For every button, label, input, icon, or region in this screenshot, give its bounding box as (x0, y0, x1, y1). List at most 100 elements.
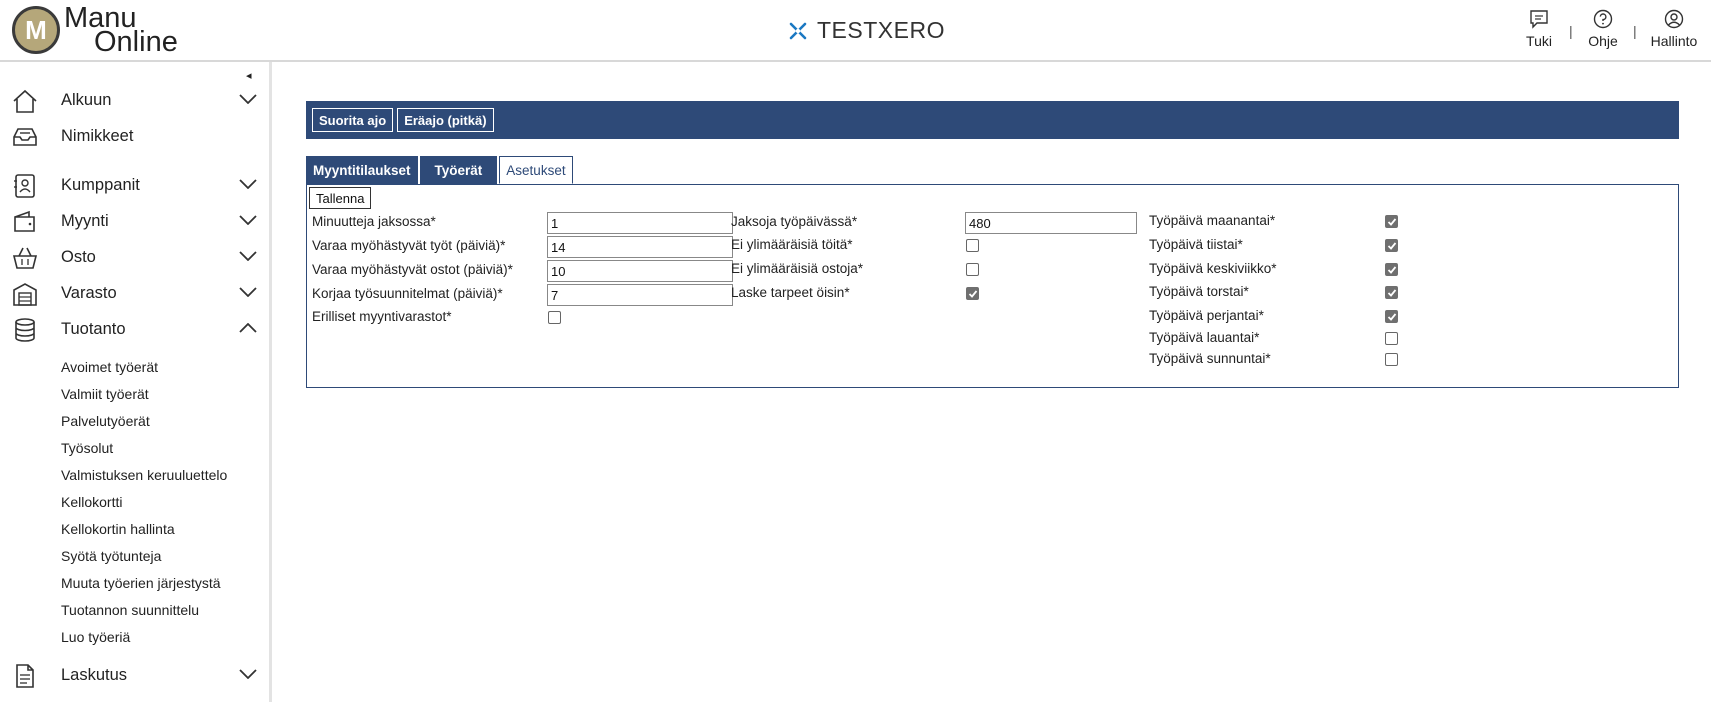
sidebar: ◂ Alkuun Nimikkeet Kumppanit Myynti Osto… (0, 62, 272, 702)
chevron-down-icon (239, 94, 257, 104)
app-header: M Manu Online TESTXERO Tuki | Ohje | Hal… (0, 0, 1711, 62)
sidebar-item-alkuun[interactable]: Alkuun (0, 84, 268, 116)
batch-run-button[interactable]: Eräajo (pitkä) (397, 108, 494, 132)
help-label: Ohje (1588, 33, 1618, 49)
tab-tyoerat[interactable]: Työerät (419, 156, 498, 184)
save-button[interactable]: Tallenna (309, 187, 372, 209)
check-icon (1387, 288, 1396, 297)
late-purchases-days-input[interactable] (547, 260, 733, 282)
manu-online-logo[interactable]: M Manu Online (12, 4, 178, 57)
check-icon (1387, 312, 1396, 321)
workday-friday-checkbox[interactable] (1385, 310, 1398, 323)
database-icon (15, 318, 35, 342)
user-icon (1664, 9, 1684, 29)
fix-work-plans-days-input[interactable] (547, 284, 733, 306)
submenu-tyosolut[interactable]: Työsolut (61, 440, 113, 456)
field-label: Työpäivä maanantai* (1149, 213, 1276, 228)
workday-thursday-checkbox[interactable] (1385, 286, 1398, 299)
sidebar-item-label: Myynti (61, 211, 109, 230)
separate-sales-stocks-checkbox[interactable] (548, 311, 561, 324)
submenu-keruuluettelo[interactable]: Valmistuksen keruuluettelo (61, 467, 227, 483)
sidebar-item-nimikkeet[interactable]: Nimikkeet (0, 120, 268, 152)
sidebar-item-label: Osto (61, 247, 96, 266)
sidebar-item-label: Kumppanit (61, 175, 140, 194)
submenu-palvelutyoerat[interactable]: Palvelutyöerät (61, 413, 150, 429)
sidebar-item-label: Alkuun (61, 90, 112, 109)
field-label: Varaa myöhästyvät ostot (päiviä)* (312, 262, 513, 277)
submenu-luo-tyoeria[interactable]: Luo työeriä (61, 629, 130, 645)
admin-label: Hallinto (1650, 33, 1698, 49)
field-label: Työpäivä lauantai* (1149, 330, 1260, 345)
chevron-down-icon (239, 179, 257, 189)
submenu-kellokortti[interactable]: Kellokortti (61, 494, 122, 510)
support-button[interactable]: Tuki (1509, 9, 1569, 49)
document-icon (16, 664, 34, 688)
chevron-down-icon (239, 669, 257, 679)
submenu-kellokortin-hallinta[interactable]: Kellokortin hallinta (61, 521, 175, 537)
admin-button[interactable]: Hallinto (1637, 9, 1711, 49)
submenu-avoimet-tyoerat[interactable]: Avoimet työerät (61, 359, 158, 375)
field-label: Työpäivä torstai* (1149, 284, 1249, 299)
home-icon (13, 89, 37, 113)
chevron-down-icon (239, 287, 257, 297)
sidebar-item-osto[interactable]: Osto (0, 241, 268, 273)
inbox-icon (13, 128, 37, 146)
late-jobs-days-input[interactable] (547, 236, 733, 258)
no-extra-jobs-checkbox[interactable] (966, 239, 979, 252)
field-label: Työpäivä keskiviikko* (1149, 261, 1277, 276)
sidebar-item-laskutus[interactable]: Laskutus (0, 659, 268, 691)
sidebar-item-kumppanit[interactable]: Kumppanit (0, 169, 268, 201)
help-button[interactable]: Ohje (1573, 9, 1633, 49)
workday-saturday-checkbox[interactable] (1385, 332, 1398, 345)
main-content: Suorita ajo Eräajo (pitkä) Myyntitilauks… (272, 62, 1711, 702)
tab-asetukset[interactable]: Asetukset (499, 156, 573, 184)
field-label: Varaa myöhästyvät työt (päiviä)* (312, 238, 506, 253)
basket-icon (12, 247, 38, 269)
xero-x-icon (789, 22, 807, 39)
field-label: Työpäivä tiistai* (1149, 237, 1243, 252)
header-actions: Tuki | Ohje | Hallinto (1509, 9, 1711, 49)
field-label: Erilliset myyntivarastot* (312, 309, 452, 324)
sidebar-item-label: Tuotanto (61, 319, 126, 338)
field-label: Ei ylimääräisiä ostoja* (731, 261, 864, 276)
support-label: Tuki (1526, 33, 1552, 49)
collapse-sidebar-icon[interactable]: ◂ (246, 69, 252, 82)
sidebar-item-varasto[interactable]: Varasto (0, 277, 268, 309)
field-label: Työpäivä sunnuntai* (1149, 351, 1271, 366)
workday-sunday-checkbox[interactable] (1385, 353, 1398, 366)
check-icon (1387, 217, 1396, 226)
help-icon (1593, 9, 1613, 29)
sidebar-item-myynti[interactable]: Myynti (0, 205, 268, 237)
wallet-icon (14, 210, 35, 232)
logo-mark: M (12, 6, 60, 54)
contacts-icon (14, 174, 35, 198)
workday-tuesday-checkbox[interactable] (1385, 239, 1398, 252)
field-label: Laske tarpeet öisin* (731, 285, 850, 300)
tab-myyntitilaukset[interactable]: Myyntitilaukset (306, 156, 418, 184)
run-button[interactable]: Suorita ajo (312, 108, 394, 132)
field-label: Jaksoja työpäivässä* (731, 214, 858, 229)
check-icon (1387, 241, 1396, 250)
company-brand: TESTXERO (787, 17, 945, 44)
chat-icon (1530, 10, 1548, 29)
field-label: Ei ylimääräisiä töitä* (731, 237, 853, 252)
no-extra-purchases-checkbox[interactable] (966, 263, 979, 276)
submenu-tuotannon-suunnittelu[interactable]: Tuotannon suunnittelu (61, 602, 199, 618)
field-label: Minuutteja jaksossa* (312, 214, 436, 229)
calc-needs-nightly-checkbox[interactable] (966, 287, 979, 300)
workday-wednesday-checkbox[interactable] (1385, 263, 1398, 276)
warehouse-icon (13, 283, 37, 306)
submenu-syota-tyotunteja[interactable]: Syötä työtunteja (61, 548, 161, 564)
sidebar-item-tuotanto[interactable]: Tuotanto (0, 313, 268, 345)
periods-per-workday-input[interactable] (965, 212, 1137, 234)
check-icon (1387, 265, 1396, 274)
sidebar-item-label: Varasto (61, 283, 117, 302)
action-toolbar: Suorita ajo Eräajo (pitkä) (306, 101, 1679, 139)
workday-monday-checkbox[interactable] (1385, 215, 1398, 228)
sidebar-item-label: Nimikkeet (61, 126, 134, 145)
submenu-muuta-jarjestysta[interactable]: Muuta työerien järjestystä (61, 575, 221, 591)
minutes-per-period-input[interactable] (547, 212, 733, 234)
submenu-valmiit-tyoerat[interactable]: Valmiit työerät (61, 386, 149, 402)
check-icon (968, 289, 977, 298)
company-name: TESTXERO (817, 17, 945, 43)
